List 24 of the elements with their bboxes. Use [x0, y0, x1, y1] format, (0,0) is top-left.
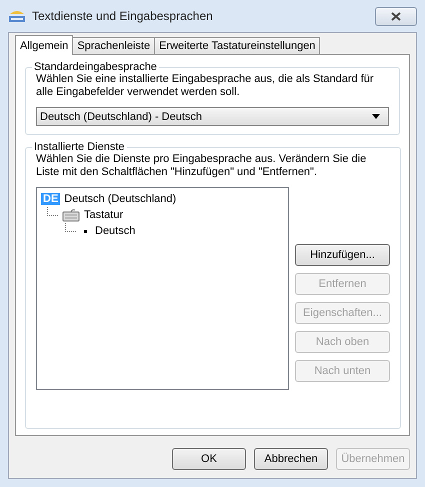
dropdown-arrow-icon — [372, 114, 380, 119]
close-icon — [391, 12, 401, 20]
dialog-button[interactable]: Abbrechen — [254, 448, 328, 470]
app-icon — [8, 8, 26, 24]
description-text: Wählen Sie eine installierte Eingabesprache aus, die als Standard für alle Eingabefelder verwendet werden soll. — [36, 73, 375, 99]
tree-line — [47, 206, 58, 216]
description-text: Wählen Sie die Dienste pro Eingabesprache aus. Verändern Sie die Liste mit den Schaltflächen "Hinzufügen" und "Entfernen". — [36, 153, 368, 179]
group-title: Installierte Dienste — [33, 141, 126, 153]
window-title: Textdienste und Eingabesprachen — [32, 9, 214, 23]
keyboard-icon — [62, 208, 80, 222]
close-button[interactable] — [375, 6, 417, 26]
bullet-icon — [84, 230, 87, 232]
tree-line — [65, 222, 76, 232]
tab[interactable]: Sprachenleiste — [72, 37, 156, 54]
language-badge: DE — [41, 193, 60, 205]
language-dropdown[interactable]: Deutsch (Deutschland) - Deutsch — [36, 107, 389, 126]
tree-item[interactable]: Deutsch — [95, 225, 136, 237]
group-title: Standardeingabesprache — [33, 61, 158, 73]
tree-item[interactable]: Tastatur — [84, 209, 124, 221]
tree-item[interactable]: Deutsch (Deutschland) — [64, 193, 176, 205]
tab[interactable]: Allgemein — [15, 35, 74, 55]
tab[interactable]: Erweiterte Tastatureinstellungen — [154, 37, 320, 54]
dialog-button[interactable]: OK — [172, 448, 246, 470]
action-button[interactable]: Hinzufügen... — [295, 244, 390, 266]
